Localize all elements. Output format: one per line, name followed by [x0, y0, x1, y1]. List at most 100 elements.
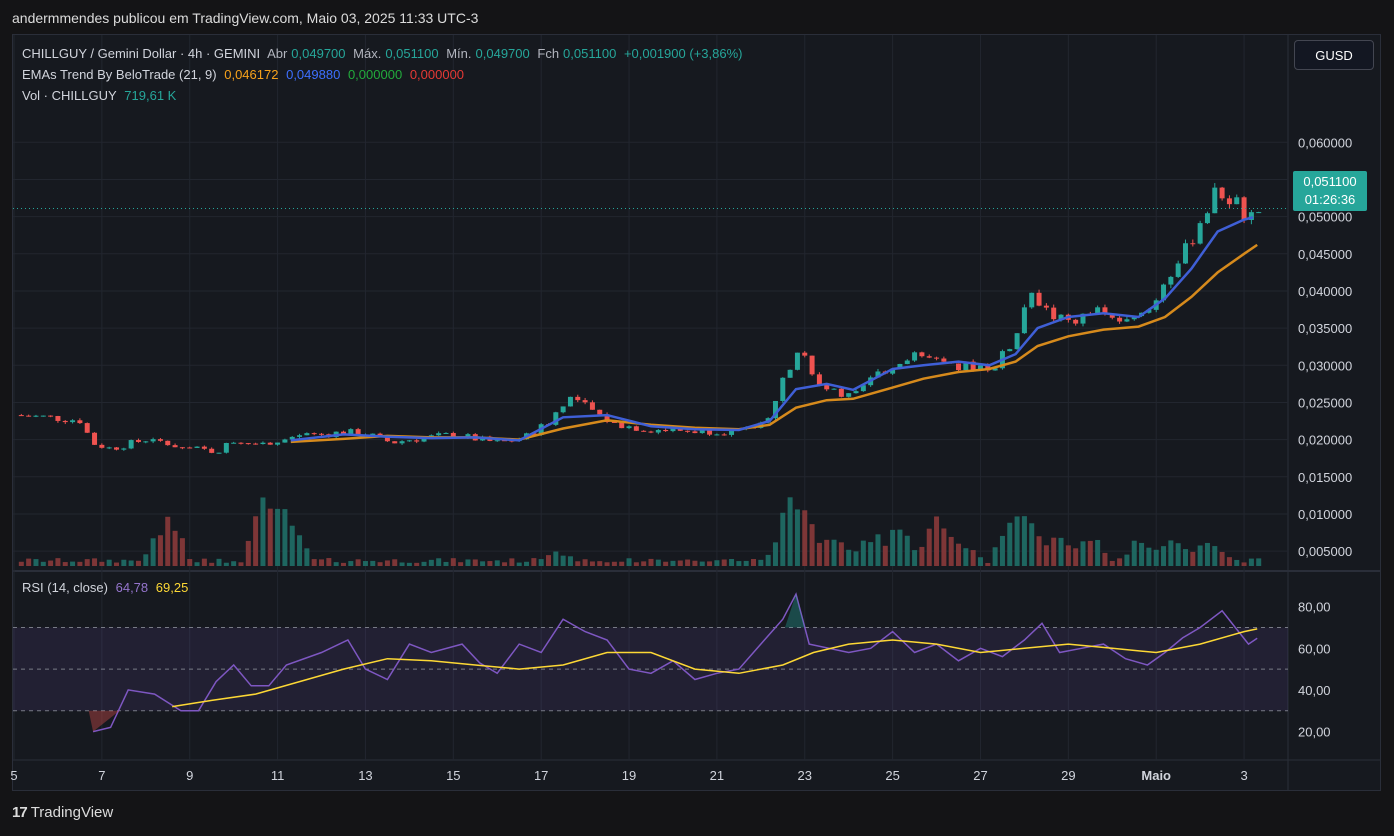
- symbol-legend[interactable]: CHILLGUY / Gemini Dollar · 4h · GEMINI A…: [22, 46, 746, 61]
- candle-body: [663, 429, 669, 432]
- volume-bar: [751, 559, 757, 566]
- volume-bar: [1197, 545, 1203, 566]
- volume-bar: [648, 558, 654, 566]
- rsi-legend[interactable]: RSI (14, close) 64,78 69,25: [22, 580, 192, 595]
- volume-bar: [1204, 542, 1210, 566]
- volume-bar: [414, 562, 420, 566]
- volume-bar: [736, 561, 742, 566]
- close-value: 0,051100: [563, 46, 617, 61]
- volume-bar: [516, 562, 522, 566]
- volume-bar: [55, 558, 61, 566]
- volume-bar: [194, 562, 200, 566]
- volume-bar: [545, 555, 551, 566]
- time-tick-label: 15: [446, 768, 460, 783]
- candle-body: [816, 374, 822, 385]
- volume-bar: [765, 554, 771, 566]
- volume-bar: [392, 559, 398, 566]
- candle-body: [304, 433, 310, 436]
- candle-body: [831, 388, 837, 390]
- volume-bar: [157, 535, 163, 566]
- candle-body: [582, 400, 588, 403]
- price-tick-label: 0,040000: [1298, 284, 1352, 299]
- volume-bar: [1073, 548, 1079, 566]
- price-tick-label: 0,050000: [1298, 210, 1352, 225]
- volume-bar: [1146, 547, 1152, 566]
- rsi-name: RSI (14, close): [22, 580, 108, 595]
- volume-bar: [238, 562, 244, 566]
- volume-bar: [992, 547, 998, 566]
- candle-body: [33, 415, 39, 417]
- volume-bar: [106, 559, 112, 566]
- volume-bar: [1153, 549, 1159, 566]
- volume-bar: [1226, 557, 1232, 566]
- volume-bar: [1058, 537, 1064, 566]
- rsi-tick-label: 20,00: [1298, 725, 1331, 740]
- candle-body: [941, 358, 947, 362]
- time-tick-label: 13: [358, 768, 372, 783]
- candle-body: [143, 441, 149, 443]
- candle-body: [1234, 197, 1240, 205]
- volume-bar: [1065, 545, 1071, 566]
- volume-bar: [428, 559, 434, 566]
- volume-bar: [597, 561, 603, 566]
- footer-brand-text: TradingView: [30, 804, 114, 821]
- volume-bar: [1182, 549, 1188, 566]
- volume-bar: [611, 561, 617, 566]
- close-label: Fch: [537, 46, 560, 61]
- volume-bar: [458, 562, 464, 566]
- candle-body: [187, 447, 193, 449]
- candle-body: [692, 431, 698, 434]
- volume-bar: [699, 561, 705, 566]
- candle-body: [1256, 212, 1262, 214]
- volume-bar: [934, 516, 940, 566]
- candle-body: [1212, 187, 1218, 214]
- candle-body: [114, 447, 120, 450]
- candle-body: [1007, 349, 1013, 352]
- candle-body: [26, 415, 32, 417]
- candle-body: [787, 369, 793, 378]
- ema-value-2: 0,049880: [286, 67, 341, 82]
- candle-body: [1021, 307, 1027, 334]
- volume-bar: [114, 562, 120, 566]
- candle-body: [721, 434, 727, 436]
- volume-bar: [209, 562, 215, 566]
- footer-brand[interactable]: 17 TradingView: [12, 804, 113, 821]
- candle-body: [641, 430, 647, 432]
- price-tick-label: 0,005000: [1298, 544, 1352, 559]
- volume-bar: [531, 558, 537, 566]
- price-tick-label: 0,045000: [1298, 247, 1352, 262]
- currency-button[interactable]: GUSD: [1294, 40, 1374, 70]
- candle-body: [1175, 263, 1181, 277]
- rsi-tick-label: 60,00: [1298, 641, 1331, 656]
- chart-canvas[interactable]: 0,005000 0,010000 0,015000 0,020000 0,025000…: [0, 0, 1394, 836]
- volume-bar: [604, 562, 610, 566]
- volume-bar: [326, 558, 332, 566]
- volume-bar: [70, 561, 76, 566]
- candle-body: [934, 357, 940, 359]
- candle-body: [1182, 243, 1188, 264]
- volume-bar: [641, 561, 647, 566]
- candle-body: [1014, 333, 1020, 350]
- high-label: Máx.: [353, 46, 382, 61]
- volume-bar: [1087, 540, 1093, 566]
- rsi-tick-label: 80,00: [1298, 600, 1331, 615]
- volume-bar: [348, 561, 354, 566]
- price-tick-label: 0,030000: [1298, 358, 1352, 373]
- candle-body: [157, 439, 163, 441]
- volume-bar: [714, 560, 720, 566]
- volume-legend[interactable]: Vol · CHILLGUY 719,61 K: [22, 88, 180, 103]
- volume-bar: [1248, 558, 1254, 566]
- time-tick-label: 21: [710, 768, 724, 783]
- candle-body: [443, 432, 449, 434]
- volume-value: 719,61 K: [124, 88, 177, 103]
- volume-bar: [399, 562, 405, 566]
- candle-body: [128, 440, 134, 449]
- ema-legend[interactable]: EMAs Trend By BeloTrade (21, 9) 0,046172…: [22, 67, 468, 82]
- price-tick-label: 0,010000: [1298, 507, 1352, 522]
- candle-body: [121, 448, 127, 450]
- volume-bar: [150, 538, 156, 566]
- volume-bar: [421, 561, 427, 566]
- candle-body: [1029, 292, 1035, 308]
- volume-bar: [904, 535, 910, 566]
- time-tick-label: 7: [98, 768, 105, 783]
